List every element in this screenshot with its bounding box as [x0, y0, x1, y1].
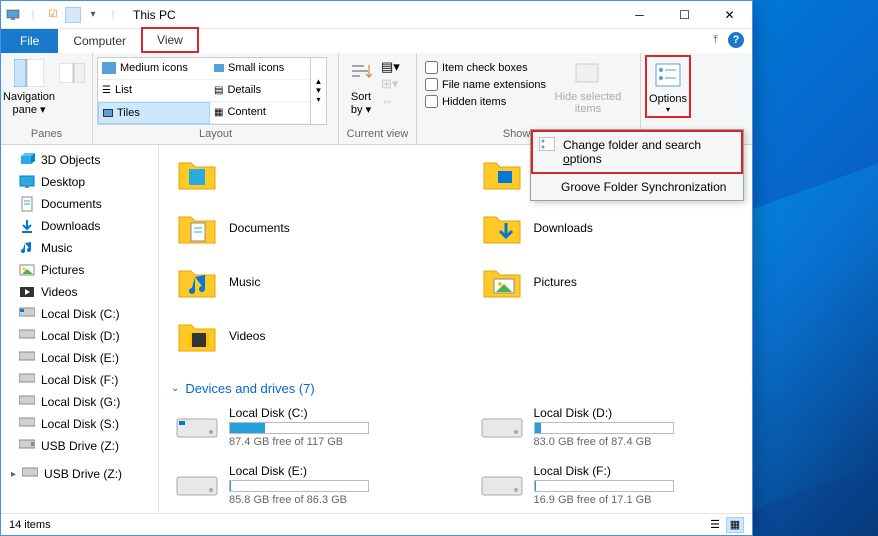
nav-local-disk-e[interactable]: Local Disk (E:) [1, 347, 158, 369]
details-view-icon[interactable]: ☰ [706, 517, 724, 533]
nav-desktop[interactable]: Desktop [1, 171, 158, 193]
devices-section-header[interactable]: ⌄ Devices and drives (7) [171, 375, 740, 402]
nav-music[interactable]: Music [1, 237, 158, 259]
tab-computer[interactable]: Computer [58, 29, 141, 53]
preview-pane-button[interactable] [55, 55, 89, 93]
view-medium-icons[interactable]: Medium icons [98, 58, 210, 80]
nav-local-disk-g[interactable]: Local Disk (G:) [1, 391, 158, 413]
nav-3d-objects[interactable]: 3D Objects [1, 149, 158, 171]
folder-music[interactable]: Music [171, 259, 436, 305]
chevron-down-icon: ⌄ [171, 383, 179, 394]
nav-documents[interactable]: Documents [1, 193, 158, 215]
checkbox-icon[interactable]: ☑ [45, 7, 61, 23]
nav-local-disk-s[interactable]: Local Disk (S:) [1, 413, 158, 435]
qat-sep: | [105, 7, 121, 23]
qat-dropdown-icon[interactable]: ▾ [85, 7, 101, 23]
qat-icon[interactable] [65, 7, 81, 23]
tab-view[interactable]: View [141, 27, 199, 53]
view-content[interactable]: ▦Content [210, 102, 310, 124]
titlebar: | ☑ ▾ | This PC ─ ☐ ✕ [1, 1, 752, 29]
change-folder-options-item[interactable]: Change folder and search options [531, 130, 743, 174]
nav-local-disk-f[interactable]: Local Disk (F:) [1, 369, 158, 391]
ribbon-tabs: File Computer View ⤒ ? [1, 29, 752, 53]
status-bar: 14 items ☰ ▦ [1, 513, 752, 535]
add-columns-icon[interactable]: ⊞▾ [381, 76, 400, 92]
drive-e[interactable]: Local Disk (E:) 85.8 GB free of 86.3 GB [171, 460, 436, 510]
nav-local-disk-d[interactable]: Local Disk (D:) [1, 325, 158, 347]
size-columns-icon[interactable]: ⇔ [381, 93, 400, 108]
hidden-items-toggle[interactable]: Hidden items [421, 93, 550, 110]
file-extensions-toggle[interactable]: File name extensions [421, 76, 550, 93]
group-by-icon[interactable]: ▤▾ [381, 59, 400, 75]
tiles-view-icon[interactable]: ▦ [726, 517, 744, 533]
options-button[interactable]: Options▾ [645, 55, 691, 118]
ribbon-collapse-icon[interactable]: ⤒ [713, 34, 718, 47]
maximize-button[interactable]: ☐ [662, 2, 707, 28]
nav-usb-drive-z2[interactable]: ▸USB Drive (Z:) [1, 463, 158, 485]
folder-documents[interactable]: Documents [171, 205, 436, 251]
tab-file[interactable]: File [1, 29, 58, 53]
sort-by-button[interactable]: Sortby ▾ [343, 55, 379, 118]
window-title: This PC [125, 8, 617, 22]
item-checkboxes-toggle[interactable]: Item check boxes [421, 59, 550, 76]
nav-pictures[interactable]: Pictures [1, 259, 158, 281]
groove-sync-item[interactable]: Groove Folder Synchronization [531, 174, 743, 200]
layout-scroll[interactable]: ▲▼▾ [310, 58, 326, 124]
minimize-button[interactable]: ─ [617, 2, 662, 28]
view-tiles[interactable]: Tiles [98, 102, 210, 124]
view-list[interactable]: ☰List [98, 80, 210, 102]
nav-usb-drive-z[interactable]: USB Drive (Z:) [1, 435, 158, 457]
folder-downloads[interactable]: Downloads [476, 205, 741, 251]
nav-videos[interactable]: Videos [1, 281, 158, 303]
folder-videos[interactable]: Videos [171, 313, 436, 359]
drive-f[interactable]: Local Disk (F:) 16.9 GB free of 17.1 GB [476, 460, 741, 510]
pc-icon [5, 7, 21, 23]
folder-pictures[interactable]: Pictures [476, 259, 741, 305]
main-content[interactable]: Documents Downloads Music Pictures Video… [159, 145, 752, 519]
navigation-pane[interactable]: 3D Objects Desktop Documents Downloads M… [1, 145, 159, 519]
options-dropdown: Change folder and search options Groove … [530, 129, 744, 201]
folder-item-partial[interactable] [171, 151, 436, 197]
drive-c[interactable]: Local Disk (C:) 87.4 GB free of 117 GB [171, 402, 436, 452]
view-details[interactable]: ▤Details [210, 80, 310, 102]
navigation-pane-button[interactable]: Navigationpane ▾ [5, 55, 53, 118]
nav-local-disk-c[interactable]: Local Disk (C:) [1, 303, 158, 325]
qat-sep: | [25, 7, 41, 23]
drive-d[interactable]: Local Disk (D:) 83.0 GB free of 87.4 GB [476, 402, 741, 452]
hide-selected-button: Hide selecteditems [552, 55, 624, 117]
view-small-icons[interactable]: Small icons [210, 58, 310, 80]
help-icon[interactable]: ? [728, 32, 744, 48]
close-button[interactable]: ✕ [707, 2, 752, 28]
nav-downloads[interactable]: Downloads [1, 215, 158, 237]
explorer-window: | ☑ ▾ | This PC ─ ☐ ✕ File Computer View… [0, 0, 753, 536]
item-count: 14 items [9, 519, 51, 531]
